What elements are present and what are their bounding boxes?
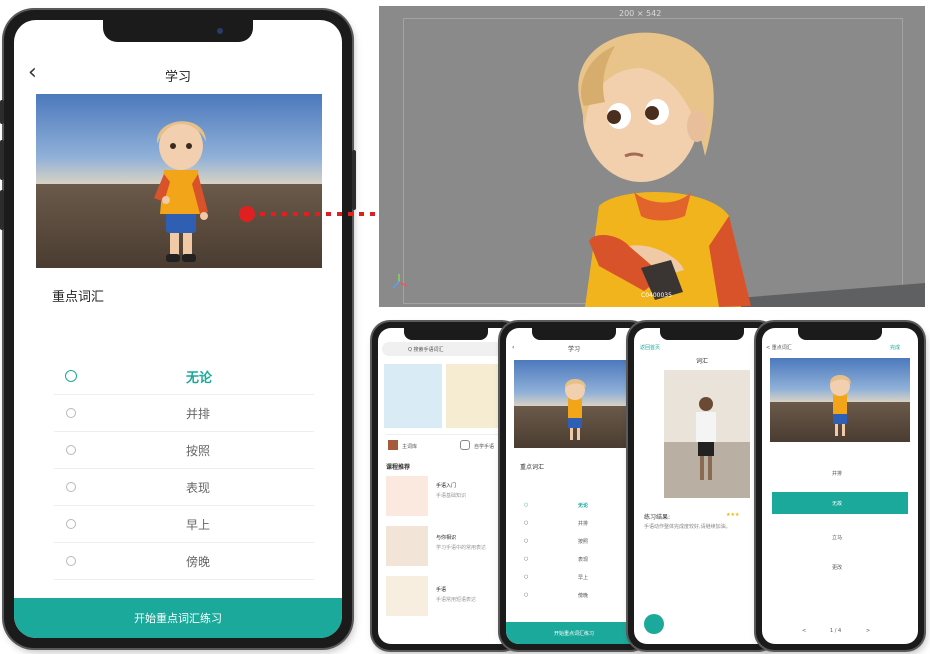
radio-icon: ○ xyxy=(524,592,529,598)
quiz-option[interactable]: 立马 xyxy=(832,534,842,541)
dictionary-icon[interactable] xyxy=(388,440,398,450)
radio-icon xyxy=(66,408,76,418)
side-button xyxy=(0,100,4,124)
category-label: 自学手语 xyxy=(474,444,495,450)
radio-icon xyxy=(65,370,77,382)
avatar-figure xyxy=(154,121,208,262)
vocab-option[interactable]: 无论 xyxy=(54,358,314,395)
quiz-screen: < 重点词汇 完成 并排 无故 立马 更改 < 1 / 4 > xyxy=(762,328,918,644)
course-thumb[interactable] xyxy=(386,526,428,566)
prev-page-icon[interactable]: < xyxy=(802,628,806,634)
back-icon[interactable]: ‹ xyxy=(512,344,514,351)
option-label: 无论 xyxy=(186,370,213,386)
radio-icon: ○ xyxy=(524,556,529,562)
avatar-scene xyxy=(36,94,322,268)
vocab-option[interactable]: 并排 xyxy=(54,395,314,432)
radio-icon: ○ xyxy=(524,502,529,508)
star-rating-icon: ★★★ xyxy=(726,512,740,518)
category-label: 主词库 xyxy=(402,444,418,450)
main-phone-screen: ‹ 学习 重点词汇 无论 并排 按照 表现 早上 傍晚 开始重点词汇练习 xyxy=(14,20,342,638)
radio-icon: ○ xyxy=(524,574,529,580)
course-thumb[interactable] xyxy=(386,576,428,616)
result-label: 练习结果: xyxy=(644,514,671,521)
option-label: 傍晚 xyxy=(186,554,211,569)
option-label: 并排 xyxy=(186,406,211,421)
editor-preview: 200 × 542 C0400035 xyxy=(379,6,925,307)
avatar-scene xyxy=(514,360,634,448)
vocab-option-list: 无论 并排 按照 表现 早上 傍晚 xyxy=(54,358,314,580)
page-title: 词汇 xyxy=(696,358,709,365)
radio-icon: ○ xyxy=(524,520,529,526)
practice-phone-frame: 返回首页 词汇 练习结果: ★★★ 手语动作整体完成度较好,请继续加油。 xyxy=(628,322,776,650)
back-home-link[interactable]: 返回首页 xyxy=(640,344,660,351)
section-title: 重点词汇 xyxy=(520,464,545,471)
option-label[interactable]: 表现 xyxy=(578,556,588,563)
vocab-option[interactable]: 早上 xyxy=(54,506,314,543)
option-label[interactable]: 按照 xyxy=(578,538,588,545)
main-phone-frame: ‹ 学习 重点词汇 无论 并排 按照 表现 早上 傍晚 开始重点词汇练习 xyxy=(0,10,356,648)
option-label[interactable]: 无论 xyxy=(578,502,588,509)
radio-icon xyxy=(66,519,76,529)
course-sub: 学习手语中的常用表达 xyxy=(436,545,487,551)
course-sub: 手语常用短语表达 xyxy=(436,597,477,603)
option-label[interactable]: 并排 xyxy=(578,520,588,527)
side-button xyxy=(0,190,4,230)
course-title: 手语入门 xyxy=(436,483,457,489)
next-page-icon[interactable]: > xyxy=(866,628,870,634)
avatar-scene xyxy=(770,358,910,442)
learn-phone-frame: ‹ 学习 重点词汇 ○ 无论 ○ 并排 ○ 按照 ○ 表现 ○ 早上 ○ 傍晚 … xyxy=(500,322,648,650)
start-practice-button[interactable]: 开始重点词汇练习 xyxy=(14,598,342,638)
quiz-phone-frame: < 重点词汇 完成 并排 无故 立马 更改 < 1 / 4 > xyxy=(756,322,924,650)
option-label[interactable]: 早上 xyxy=(578,574,588,581)
home-screen: Q 搜索手语词汇 主词库 自学手语 课程推荐 手语入门 手语基础知识 与你相识 … xyxy=(378,328,514,644)
option-label[interactable]: 傍晚 xyxy=(578,592,588,599)
option-label: 早上 xyxy=(186,517,211,532)
practice-screen: 返回首页 词汇 练习结果: ★★★ 手语动作整体完成度较好,请继续加油。 xyxy=(634,328,770,644)
radio-icon xyxy=(66,482,76,492)
section-title: 重点词汇 xyxy=(52,290,105,305)
page-title: 学习 xyxy=(164,69,191,85)
done-link[interactable]: 完成 xyxy=(890,344,900,351)
search-placeholder: Q 搜索手语词汇 xyxy=(408,347,444,353)
avatar-closeup xyxy=(578,32,751,307)
notch xyxy=(103,20,253,42)
course-title: 手语 xyxy=(436,587,447,593)
option-label: 按照 xyxy=(186,443,211,458)
start-practice-button[interactable]: 开始重点词汇练习 xyxy=(506,622,642,644)
vocab-option[interactable]: 傍晚 xyxy=(54,543,314,580)
axis-gizmo-icon xyxy=(392,274,408,289)
vocab-option[interactable]: 按照 xyxy=(54,432,314,469)
quiz-option[interactable]: 并排 xyxy=(832,470,842,477)
course-title: 与你相识 xyxy=(436,535,457,541)
power-button xyxy=(352,150,356,210)
pager: 1 / 4 xyxy=(830,628,842,634)
quiz-option[interactable]: 更改 xyxy=(832,564,842,571)
search-bar[interactable] xyxy=(382,342,506,356)
section-title: 课程推荐 xyxy=(386,464,411,471)
side-button xyxy=(0,140,4,180)
record-button[interactable] xyxy=(644,614,664,634)
radio-icon xyxy=(66,556,76,566)
page-title: 学习 xyxy=(568,346,581,353)
vocab-option[interactable]: 表现 xyxy=(54,469,314,506)
lesson-image[interactable] xyxy=(446,364,506,428)
shirt-badge: C0400035 xyxy=(641,292,672,299)
radio-icon xyxy=(66,445,76,455)
course-thumb[interactable] xyxy=(386,476,428,516)
radio-icon: ○ xyxy=(524,538,529,544)
option-label: 表现 xyxy=(186,480,211,495)
home-phone-frame: Q 搜索手语词汇 主词库 自学手语 课程推荐 手语入门 手语基础知识 与你相识 … xyxy=(372,322,520,650)
lesson-image[interactable] xyxy=(384,364,442,428)
course-sub: 手语基础知识 xyxy=(436,493,467,499)
hand-icon[interactable] xyxy=(460,440,470,450)
quiz-option[interactable]: 无故 xyxy=(832,500,842,507)
back-link[interactable]: < 重点词汇 xyxy=(766,344,792,351)
learn-screen: ‹ 学习 重点词汇 ○ 无论 ○ 并排 ○ 按照 ○ 表现 ○ 早上 ○ 傍晚 … xyxy=(506,328,642,644)
practice-video[interactable] xyxy=(664,370,750,498)
result-text: 手语动作整体完成度较好,请继续加油。 xyxy=(644,524,731,530)
